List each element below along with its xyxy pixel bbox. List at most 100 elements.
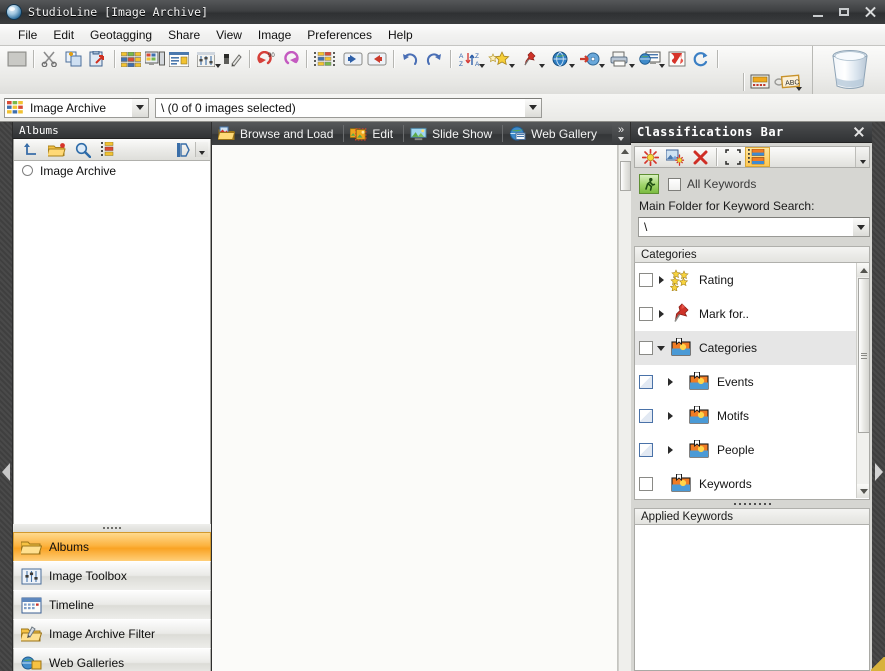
image-settings-button[interactable] [191, 48, 221, 70]
scroll-up-arrow[interactable] [619, 145, 631, 157]
blank-page-button[interactable] [5, 48, 29, 70]
rotate-left-button[interactable] [278, 48, 302, 70]
resize-grip[interactable] [871, 657, 885, 671]
left-panel-splitter[interactable] [13, 524, 211, 532]
expand-arrow-icon[interactable] [653, 446, 687, 454]
scroll-thumb[interactable] [620, 161, 631, 191]
sidebar-item-albums[interactable]: Albums [13, 532, 211, 562]
sort-button[interactable]: A Z Z A [455, 48, 485, 70]
category-checkbox[interactable] [639, 409, 653, 423]
tab-edit[interactable]: Edit [344, 122, 403, 145]
thumbnail-view-button[interactable] [119, 48, 143, 70]
category-checkbox[interactable] [639, 477, 653, 491]
selection-frame-icon[interactable] [720, 147, 745, 167]
scroll-up-arrow[interactable] [857, 263, 869, 277]
classifications-toolbar-overflow-button[interactable] [855, 147, 869, 167]
web-button[interactable] [545, 48, 575, 70]
red-sun-icon[interactable] [638, 147, 663, 167]
menu-help[interactable]: Help [380, 26, 421, 44]
path-selector[interactable]: \ (0 of 0 images selected) [155, 97, 542, 118]
menu-edit[interactable]: Edit [45, 26, 82, 44]
category-checkbox[interactable] [639, 375, 653, 389]
chevron-down-icon[interactable] [853, 218, 869, 236]
expand-arrow-icon[interactable] [653, 378, 687, 386]
image-sun-icon[interactable] [663, 147, 688, 167]
all-keywords-checkbox[interactable] [668, 177, 681, 191]
minimize-button[interactable] [812, 6, 825, 19]
collapse-left-arrow-icon[interactable] [2, 463, 10, 481]
chevron-down-icon[interactable] [618, 137, 624, 141]
rating-button[interactable] [485, 48, 515, 70]
copy-button[interactable] [62, 48, 86, 70]
applied-keywords-list[interactable] [634, 525, 870, 671]
category-row-keywords[interactable]: Keywords [635, 467, 856, 499]
category-checkbox[interactable] [639, 443, 653, 457]
mark-for-button[interactable] [515, 48, 545, 70]
film-strip-icon[interactable] [96, 140, 122, 160]
right-panel-splitter[interactable] [634, 500, 870, 508]
menu-preferences[interactable]: Preferences [299, 26, 380, 44]
category-row-rating[interactable]: Rating [635, 263, 856, 297]
close-button[interactable] [864, 6, 877, 19]
magnifier-icon[interactable] [70, 140, 96, 160]
up-level-arrow-icon[interactable] [18, 140, 44, 160]
previous-image-button[interactable] [341, 48, 365, 70]
red-x-icon[interactable] [688, 147, 713, 167]
category-checkbox[interactable] [639, 307, 653, 321]
runner-green-icon[interactable] [639, 174, 659, 194]
refresh-button[interactable] [689, 48, 713, 70]
category-row-mark-for[interactable]: Mark for.. [635, 297, 856, 331]
redo-button[interactable] [422, 48, 446, 70]
expand-arrow-icon[interactable] [653, 310, 669, 318]
chevron-down-icon[interactable] [796, 87, 802, 91]
next-image-button[interactable] [365, 48, 389, 70]
rotate-right-button[interactable]: 90 [254, 48, 278, 70]
menu-view[interactable]: View [208, 26, 250, 44]
view-tabs-overflow-button[interactable]: » [612, 122, 630, 146]
print-button[interactable] [605, 48, 635, 70]
main-folder-combo[interactable]: \ [638, 217, 870, 237]
collapse-arrow-icon[interactable] [653, 345, 669, 351]
scroll-thumb[interactable] [858, 278, 869, 433]
color-picker-button[interactable] [221, 48, 245, 70]
category-checkbox[interactable] [639, 273, 653, 287]
image-content-area[interactable] [212, 145, 618, 671]
right-collapse-bar[interactable] [872, 122, 885, 671]
category-checkbox[interactable] [639, 341, 653, 355]
expand-arrow-icon[interactable] [653, 412, 687, 420]
category-row-people[interactable]: People [635, 433, 856, 467]
tab-slide-show[interactable]: Slide Show [404, 122, 502, 145]
presentation-button[interactable] [748, 71, 772, 93]
sidebar-item-image-toolbox[interactable]: Image Toolbox [13, 561, 211, 591]
burn-cd-button[interactable] [575, 48, 605, 70]
undo-button[interactable] [398, 48, 422, 70]
trash-can-icon[interactable] [829, 48, 871, 92]
archive-selector[interactable]: Image Archive [4, 97, 149, 118]
descriptions-view-button[interactable] [167, 48, 191, 70]
main-folder-value[interactable]: \ [639, 220, 853, 234]
categories-vertical-scrollbar[interactable] [856, 263, 869, 498]
text-label-button[interactable]: ABC [772, 71, 802, 93]
web-gallery-button[interactable] [635, 48, 665, 70]
content-vertical-scrollbar[interactable] [618, 145, 631, 671]
category-row-motifs[interactable]: Motifs [635, 399, 856, 433]
filmstrip-button[interactable] [311, 48, 341, 70]
chevron-down-icon[interactable] [132, 98, 148, 117]
tab-browse-and-load[interactable]: Browse and Load [212, 122, 343, 145]
albums-toolbar-overflow-button[interactable] [195, 142, 208, 157]
paste-button[interactable] [86, 48, 110, 70]
sidebar-item-timeline[interactable]: Timeline [13, 590, 211, 620]
export-button[interactable] [665, 48, 689, 70]
chevron-down-icon[interactable] [525, 98, 541, 117]
album-tree-item[interactable]: Image Archive [14, 161, 210, 180]
detail-view-button[interactable] [143, 48, 167, 70]
category-row-categories[interactable]: Categories [635, 331, 856, 365]
maximize-button[interactable] [838, 6, 851, 19]
sidebar-item-web-galleries[interactable]: Web Galleries [13, 648, 211, 671]
category-row-events[interactable]: Events [635, 365, 856, 399]
menu-share[interactable]: Share [160, 26, 208, 44]
menu-image[interactable]: Image [250, 26, 299, 44]
collapse-right-arrow-icon[interactable] [875, 463, 883, 481]
folder-new-icon[interactable] [44, 140, 70, 160]
panel-open-icon[interactable] [170, 140, 196, 160]
